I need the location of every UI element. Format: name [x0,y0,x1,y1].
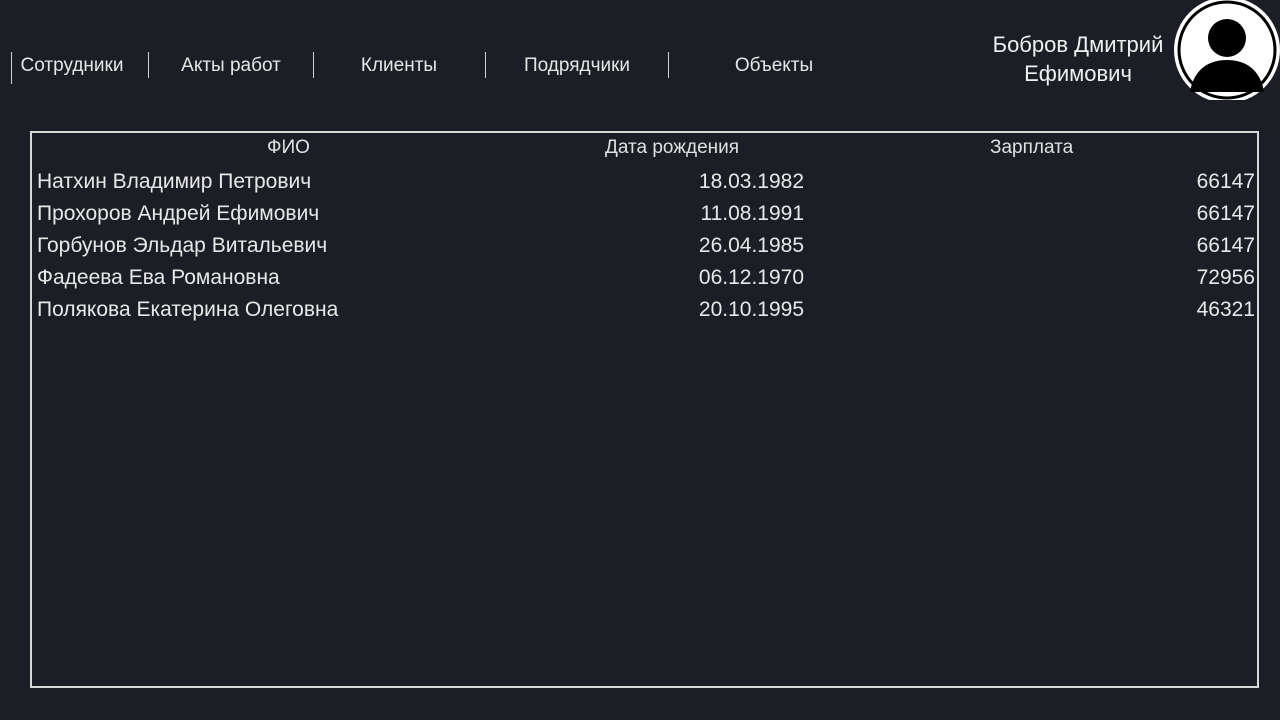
nav-item-objects[interactable]: Объекты [714,48,834,84]
top-nav: Сотрудники Акты работ Клиенты Подрядчики… [0,48,900,84]
cell-salary: 66147 [1196,234,1255,257]
nav-separator [11,52,12,84]
nav-separator [668,52,669,78]
column-header-name[interactable]: ФИО [267,137,310,159]
table-row[interactable]: Фадеева Ева Романовна 06.12.1970 72956 [32,264,1257,296]
table-row[interactable]: Горбунов Эльдар Витальевич 26.04.1985 66… [32,232,1257,264]
nav-item-employees[interactable]: Сотрудники [14,48,130,84]
app-window: Сотрудники Акты работ Клиенты Подрядчики… [0,0,1280,720]
cell-birth-date: 06.12.1970 [698,266,804,289]
user-name-line1: Бобров Дмитрий [992,32,1164,57]
nav-separator [148,52,149,78]
table-row[interactable]: Полякова Екатерина Олеговна 20.10.1995 4… [32,296,1257,328]
column-header-birth-date[interactable]: Дата рождения [605,137,739,159]
nav-item-contractors[interactable]: Подрядчики [512,48,642,84]
table-row[interactable]: Натхин Владимир Петрович 18.03.1982 6614… [32,168,1257,200]
cell-birth-date: 26.04.1985 [698,234,804,257]
cell-name: Горбунов Эльдар Витальевич [37,234,328,257]
cell-salary: 66147 [1196,202,1255,225]
cell-name: Полякова Екатерина Олеговна [37,298,339,321]
table-row[interactable]: Прохоров Андрей Ефимович 11.08.1991 6614… [32,200,1257,232]
user-name-line2: Ефимович [1024,61,1132,86]
nav-separator [485,52,486,78]
user-name: Бобров Дмитрий Ефимович [978,30,1178,88]
nav-item-clients[interactable]: Клиенты [340,48,458,84]
user-avatar-icon[interactable] [1174,0,1280,100]
cell-name: Фадеева Ева Романовна [37,266,280,289]
table-body: Натхин Владимир Петрович 18.03.1982 6614… [32,168,1257,328]
cell-salary: 46321 [1196,298,1255,321]
cell-birth-date: 20.10.1995 [698,298,804,321]
cell-salary: 66147 [1196,170,1255,193]
table-header: ФИО Дата рождения Зарплата [32,133,1257,165]
cell-birth-date: 11.08.1991 [700,202,804,225]
nav-separator [313,52,314,78]
nav-item-work-acts[interactable]: Акты работ [170,48,292,84]
cell-salary: 72956 [1196,266,1255,289]
cell-name: Прохоров Андрей Ефимович [37,202,320,225]
column-header-salary[interactable]: Зарплата [990,137,1073,159]
cell-birth-date: 18.03.1982 [698,170,804,193]
avatar-graphic [1174,0,1280,100]
cell-name: Натхин Владимир Петрович [37,170,312,193]
employees-table: ФИО Дата рождения Зарплата Натхин Владим… [30,131,1259,688]
